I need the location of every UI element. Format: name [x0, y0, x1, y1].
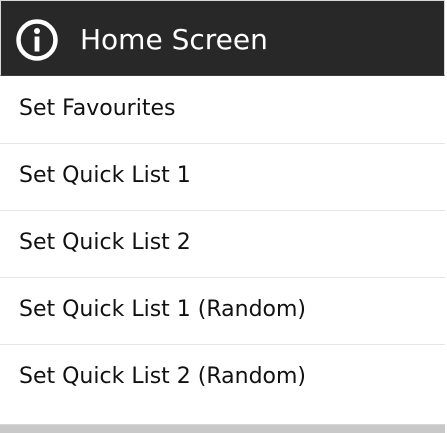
dialog-title: Home Screen	[80, 23, 268, 56]
list-item-set-quick-list-1[interactable]: Set Quick List 1	[0, 144, 445, 211]
options-list: Set Favourites Set Quick List 1 Set Quic…	[0, 77, 445, 412]
list-item-set-favourites[interactable]: Set Favourites	[0, 77, 445, 144]
list-item-set-quick-list-1-random[interactable]: Set Quick List 1 (Random)	[0, 278, 445, 345]
list-item-label: Set Quick List 2 (Random)	[19, 364, 307, 389]
list-item-label: Set Quick List 2	[19, 230, 191, 255]
dialog-title-bar: Home Screen	[0, 0, 445, 76]
list-item-label: Set Quick List 1 (Random)	[19, 297, 307, 322]
list-item-set-quick-list-2[interactable]: Set Quick List 2	[0, 211, 445, 278]
info-icon	[13, 16, 61, 64]
list-item-label: Set Quick List 1	[19, 163, 191, 188]
list-item-label: Set Favourites	[19, 96, 176, 121]
home-screen-dialog: Home Screen Set Favourites Set Quick Lis…	[0, 0, 447, 433]
dialog-bottom-edge	[0, 424, 445, 433]
list-item-set-quick-list-2-random[interactable]: Set Quick List 2 (Random)	[0, 345, 445, 412]
